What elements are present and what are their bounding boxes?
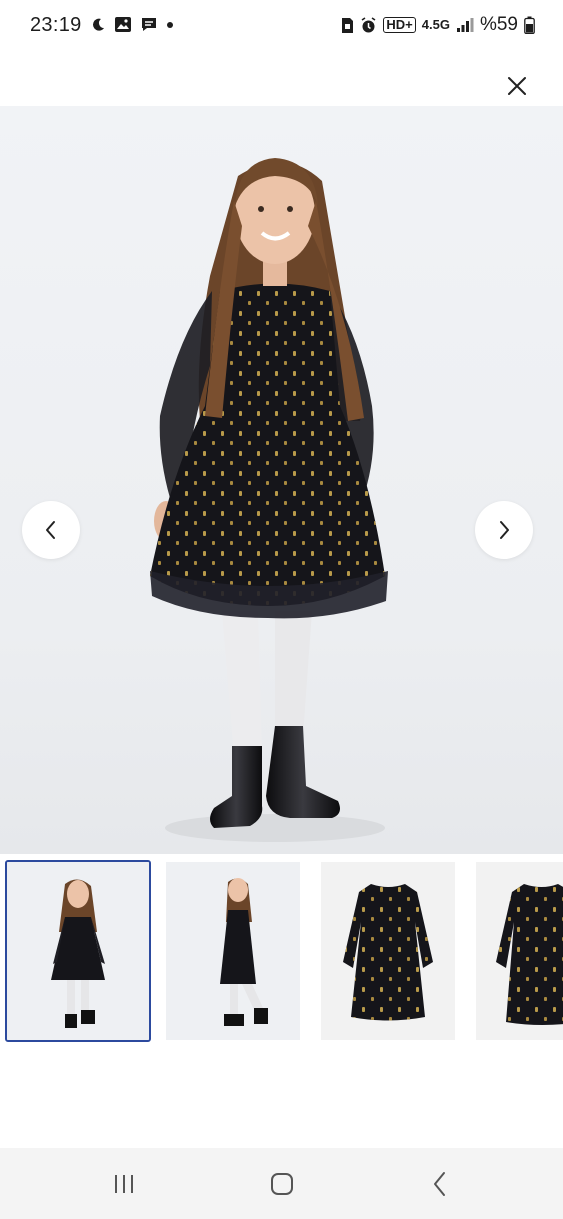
- dot-icon: [167, 21, 173, 28]
- thumbnail-3[interactable]: [321, 862, 455, 1040]
- gallery-icon: [115, 17, 131, 32]
- thumbnail-2[interactable]: [166, 862, 300, 1040]
- close-icon: [508, 77, 526, 95]
- battery-percent: %59: [479, 14, 518, 35]
- status-time: 23:19: [30, 14, 82, 36]
- notification-icons: [90, 16, 174, 33]
- recent-apps-button[interactable]: [104, 1168, 144, 1200]
- hd-badge: HD+: [383, 17, 416, 33]
- back-icon: [434, 1172, 445, 1196]
- chevron-left-icon: [46, 521, 55, 539]
- main-product-image[interactable]: [0, 106, 563, 854]
- home-button[interactable]: [262, 1168, 302, 1200]
- thumbnail-1[interactable]: [5, 860, 151, 1042]
- thumbnail-image: [7, 862, 149, 1040]
- network-label: 4.5G: [421, 17, 450, 32]
- signal-icon: [456, 18, 474, 32]
- thumbnail-strip: [0, 858, 563, 1044]
- thumbnail-4[interactable]: [476, 862, 563, 1040]
- moon-icon: [93, 18, 104, 31]
- home-icon: [271, 1173, 293, 1195]
- thumbnail-image: [476, 862, 563, 1040]
- thumbnail-image: [166, 862, 300, 1040]
- status-bar: 23:19 HD+ 4.5G %59: [0, 0, 563, 54]
- previous-image-button[interactable]: [22, 501, 80, 559]
- back-button[interactable]: [420, 1168, 460, 1200]
- next-image-button[interactable]: [475, 501, 533, 559]
- chevron-right-icon: [500, 521, 509, 539]
- image-gallery-screen: 23:19 HD+ 4.5G %59: [0, 0, 563, 1219]
- recent-apps-icon: [115, 1175, 133, 1193]
- model-photo: [150, 158, 388, 842]
- alarm-icon: [361, 16, 376, 32]
- close-button[interactable]: [505, 74, 529, 98]
- thumbnail-image: [321, 862, 455, 1040]
- message-icon: [142, 18, 156, 31]
- battery-icon: [524, 16, 535, 34]
- status-indicators: HD+ 4.5G %59: [341, 14, 535, 36]
- system-navigation-bar: [0, 1148, 563, 1219]
- sim-icon: [342, 17, 354, 33]
